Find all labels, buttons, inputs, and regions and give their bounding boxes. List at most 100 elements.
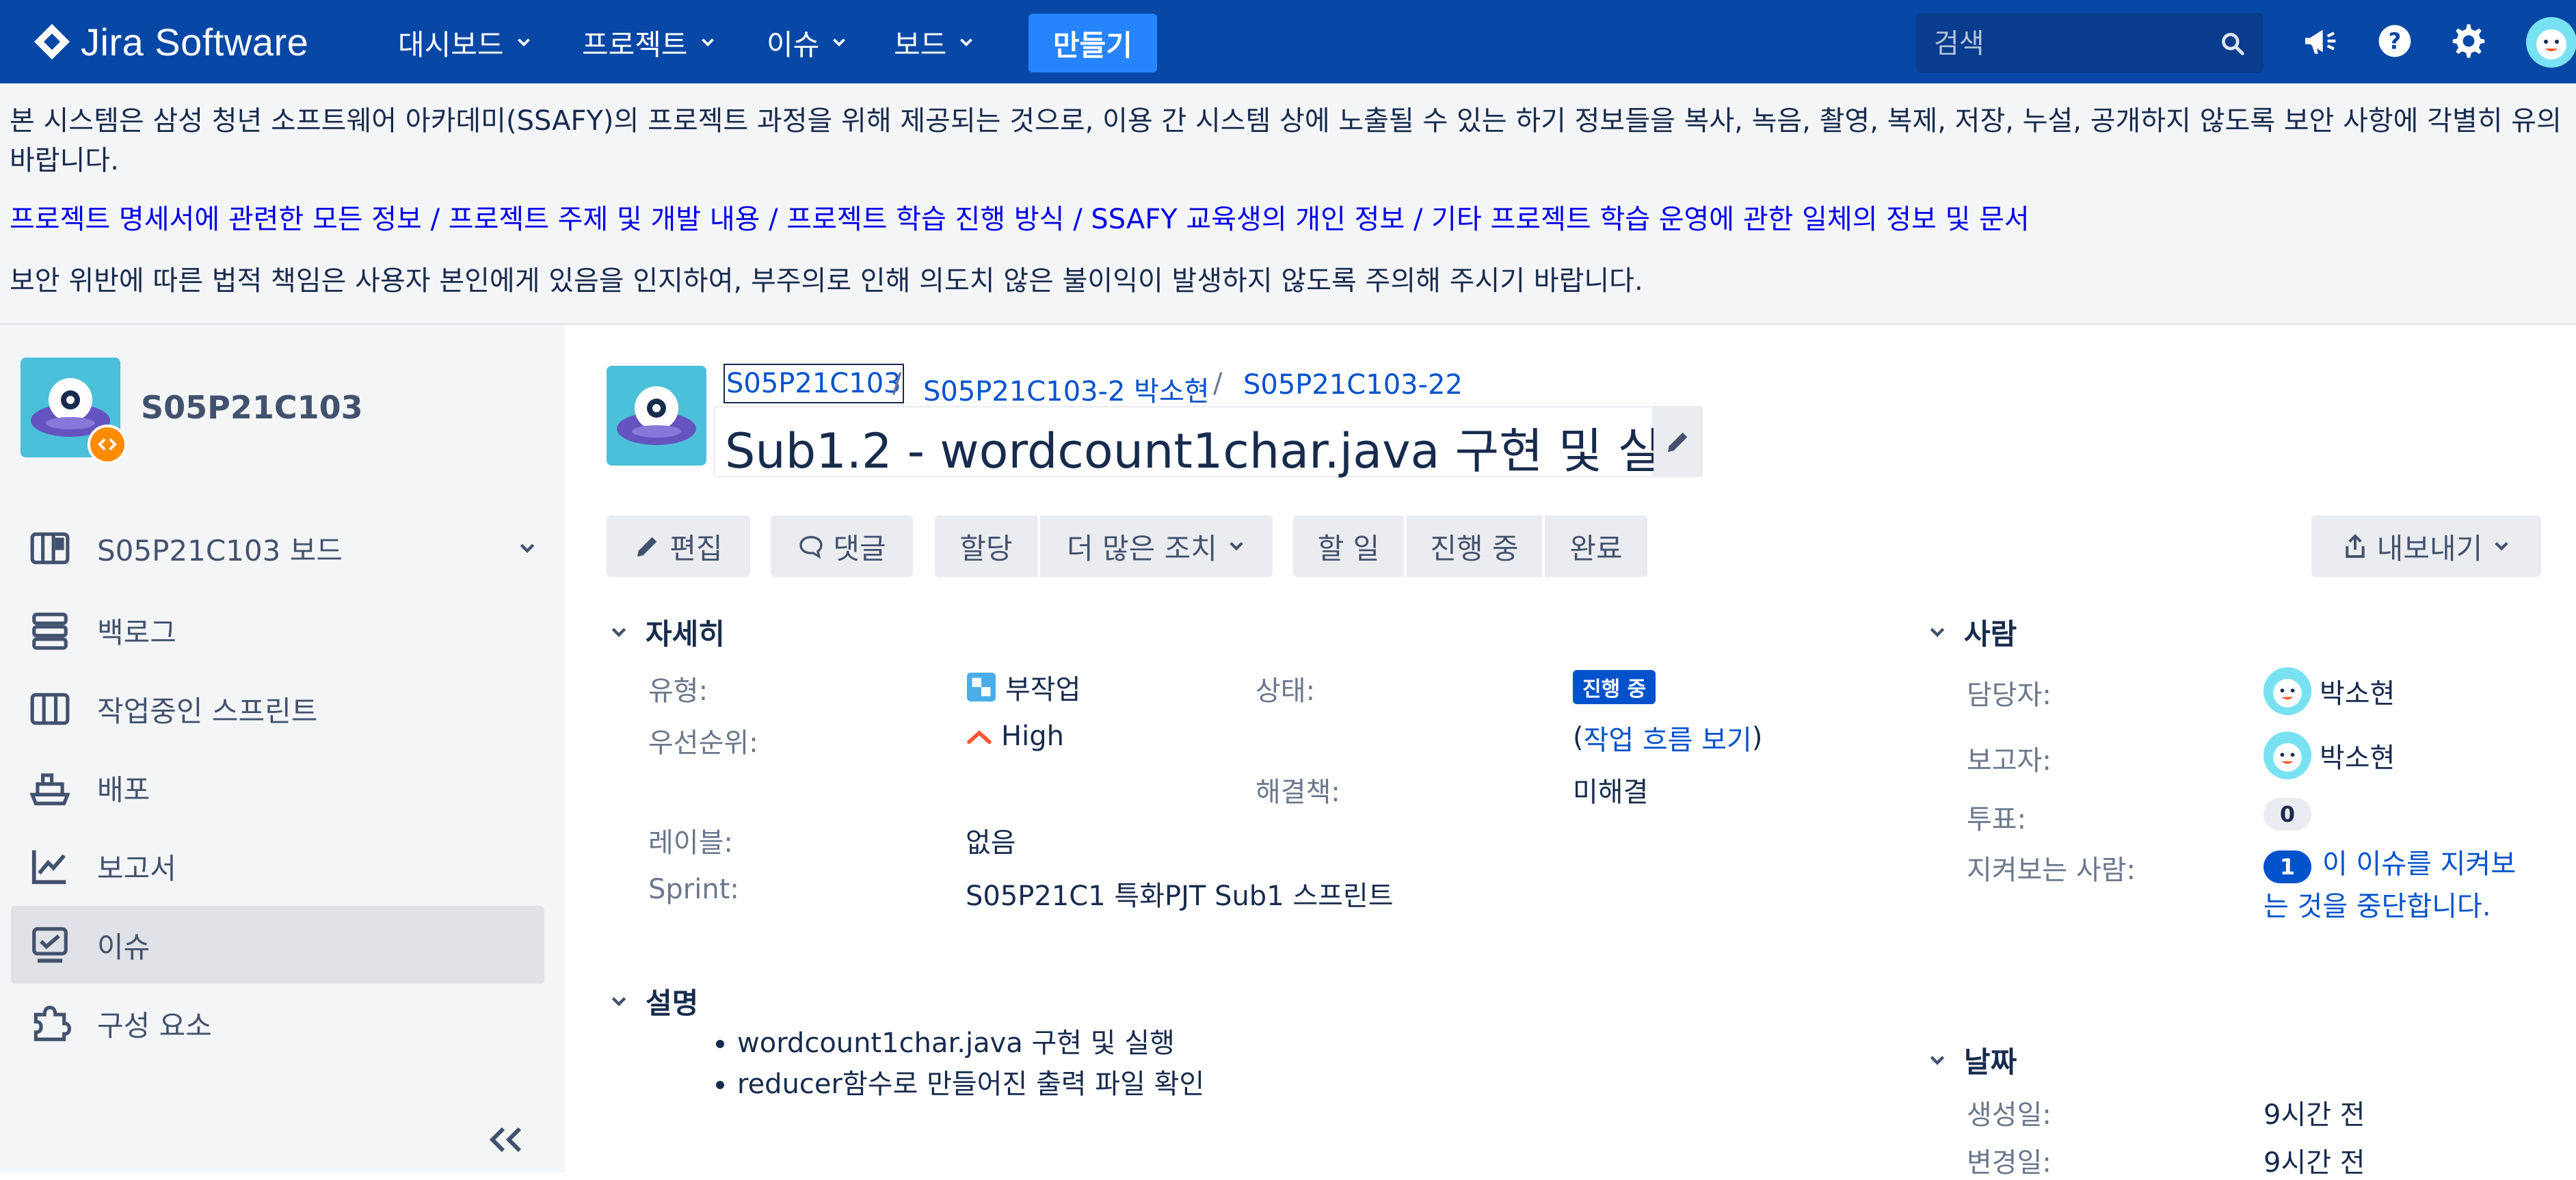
- votes-count-badge[interactable]: 0: [2263, 798, 2311, 831]
- subtask-icon: [966, 672, 996, 702]
- chevron-down-icon: [960, 38, 973, 46]
- nav-menu-projects[interactable]: 프로젝트: [582, 22, 717, 63]
- watchers-label: 지켜보는 사람:: [1967, 855, 2136, 886]
- chevron-down-icon: [611, 996, 626, 1006]
- logo-text: Jira Software: [81, 20, 309, 64]
- type-value-text: 부작업: [1005, 674, 1081, 706]
- assignee-value[interactable]: 박소현: [2263, 667, 2395, 715]
- comment-button[interactable]: 댓글: [771, 515, 913, 577]
- comment-button-label: 댓글: [833, 531, 886, 565]
- sidebar-item-releases[interactable]: 배포: [11, 749, 544, 827]
- chevron-down-icon: [1930, 1055, 1945, 1065]
- sidebar-item-board[interactable]: S05P21C103 보드: [11, 509, 544, 587]
- watchers-count-badge[interactable]: 1: [2263, 850, 2311, 883]
- reporter-value[interactable]: 박소현: [2263, 732, 2395, 779]
- breadcrumb-separator: /: [892, 368, 902, 399]
- sidebar-item-backlog[interactable]: 백로그: [11, 591, 544, 669]
- sidebar-item-label: 백로그: [97, 615, 176, 649]
- pencil-icon: [637, 537, 657, 557]
- help-icon[interactable]: ?: [2376, 22, 2414, 60]
- chevron-down-icon: [701, 38, 714, 46]
- status-in-progress-button[interactable]: 진행 중: [1407, 515, 1542, 577]
- chart-line-icon: [31, 850, 66, 885]
- chevron-down-icon[interactable]: [517, 538, 537, 559]
- assignee-label: 담당자:: [1967, 680, 2051, 711]
- edit-button-label: 편집: [669, 531, 723, 565]
- sidebar-item-issues[interactable]: 이슈: [11, 906, 544, 984]
- breadcrumb-parent-issue[interactable]: S05P21C103-2 박소현: [923, 369, 1210, 409]
- sidebar-item-active-sprint[interactable]: 작업중인 스프린트: [11, 670, 544, 748]
- description-heading: 설명: [646, 987, 699, 1020]
- sidebar-item-label: 구성 요소: [97, 1008, 212, 1043]
- people-heading: 사람: [1964, 617, 2017, 651]
- updated-value: 9시간 전: [2263, 1147, 2365, 1179]
- backlog-icon: [32, 613, 68, 650]
- description-section-toggle[interactable]: 설명: [609, 980, 698, 1022]
- avatar-face-icon: [2536, 29, 2566, 59]
- collapse-sidebar-icon[interactable]: [487, 1126, 525, 1153]
- more-actions-label: 더 많은 조치: [1067, 531, 1217, 565]
- sidebar-item-label: 이슈: [97, 930, 150, 964]
- avatar: [2263, 667, 2311, 715]
- sidebar-item-reports[interactable]: 보고서: [11, 827, 544, 905]
- search-box: [1916, 13, 2263, 73]
- people-section-toggle[interactable]: 사람: [1927, 611, 2017, 653]
- breadcrumb-issue-key[interactable]: S05P21C103-22: [1243, 369, 1463, 401]
- sprint-board-icon: [30, 693, 70, 725]
- sprint-value[interactable]: S05P21C1 특화PJT Sub1 스프린트: [966, 874, 1394, 913]
- breadcrumb-project[interactable]: S05P21C103: [723, 364, 904, 403]
- project-sidebar: S05P21C103 S05P21C103 보드 백로그 작업중인 스프린트 배: [0, 325, 565, 1172]
- project-avatar[interactable]: [607, 366, 706, 466]
- search-input[interactable]: [1933, 25, 2209, 62]
- stop-watching-link-cont[interactable]: 는 것을 중단합니다.: [2263, 886, 2491, 927]
- breadcrumb-separator: /: [1213, 368, 1223, 399]
- chevron-down-icon: [1230, 541, 1243, 551]
- more-actions-button[interactable]: 더 많은 조치: [1040, 515, 1273, 577]
- notice-links[interactable]: 프로젝트 명세서에 관련한 모든 정보 / 프로젝트 주제 및 개발 내용 / …: [10, 200, 2030, 239]
- megaphone-icon[interactable]: [2300, 22, 2339, 60]
- create-button[interactable]: 만들기: [1028, 14, 1157, 72]
- sidebar-item-label: S05P21C103 보드: [97, 533, 343, 567]
- reporter-label: 보고자:: [1967, 745, 2051, 777]
- nav-menu-issues[interactable]: 이슈: [767, 22, 848, 63]
- issues-icon: [32, 927, 68, 963]
- created-label: 생성일:: [1967, 1099, 2051, 1131]
- edit-button[interactable]: 편집: [607, 515, 750, 577]
- search-icon[interactable]: [2220, 31, 2246, 57]
- view-workflow-link[interactable]: 작업 흐름 보기: [1584, 718, 1752, 757]
- settings-icon[interactable]: [2449, 22, 2488, 60]
- export-button-label: 내보내기: [2376, 531, 2483, 565]
- description-list[interactable]: wordcount1char.java 구현 및 실행 reducer함수로 만…: [710, 1023, 1204, 1105]
- votes-label: 투표:: [1967, 804, 2027, 835]
- workflow-paren-open: (: [1573, 722, 1584, 753]
- dates-section-toggle[interactable]: 날짜: [1927, 1039, 2017, 1081]
- nav-menu-label: 대시보드: [398, 27, 504, 62]
- labels-label: 레이블:: [648, 827, 733, 859]
- assign-button[interactable]: 할당: [935, 515, 1037, 577]
- sidebar-item-components[interactable]: 구성 요소: [11, 984, 544, 1062]
- avatar: [2263, 732, 2311, 779]
- code-icon: [98, 438, 117, 451]
- nav-menu-label: 이슈: [767, 27, 820, 62]
- project-name[interactable]: S05P21C103: [141, 389, 363, 426]
- sidebar-item-label: 배포: [97, 773, 150, 807]
- stop-watching-link[interactable]: 이 이슈를 지켜보: [2322, 844, 2562, 885]
- user-avatar[interactable]: [2526, 17, 2576, 68]
- jira-logo[interactable]: Jira Software: [31, 18, 308, 66]
- details-section-toggle[interactable]: 자세히: [609, 611, 725, 653]
- dates-heading: 날짜: [1964, 1045, 2017, 1079]
- chevron-down-icon: [2495, 541, 2508, 551]
- status-done-button[interactable]: 완료: [1545, 515, 1647, 577]
- export-button[interactable]: 내보내기: [2311, 515, 2541, 577]
- avatar-face-icon: [2273, 743, 2302, 772]
- sidebar-item-label: 작업중인 스프린트: [97, 694, 318, 728]
- issue-title[interactable]: Sub1.2 - wordcount1char.java 구현 및 실행: [725, 413, 1705, 482]
- project-type-badge: [88, 425, 127, 464]
- edit-title-button[interactable]: [1654, 406, 1703, 477]
- notice-warning: 보안 위반에 따른 법적 책임은 사용자 본인에게 있음을 인지하여, 부주의로…: [10, 265, 1643, 297]
- status-todo-button[interactable]: 할 일: [1293, 515, 1404, 577]
- priority-value: High: [966, 721, 1064, 752]
- nav-menu-boards[interactable]: 보드: [894, 22, 975, 63]
- ship-icon: [29, 773, 70, 805]
- nav-menu-dashboard[interactable]: 대시보드: [398, 22, 533, 63]
